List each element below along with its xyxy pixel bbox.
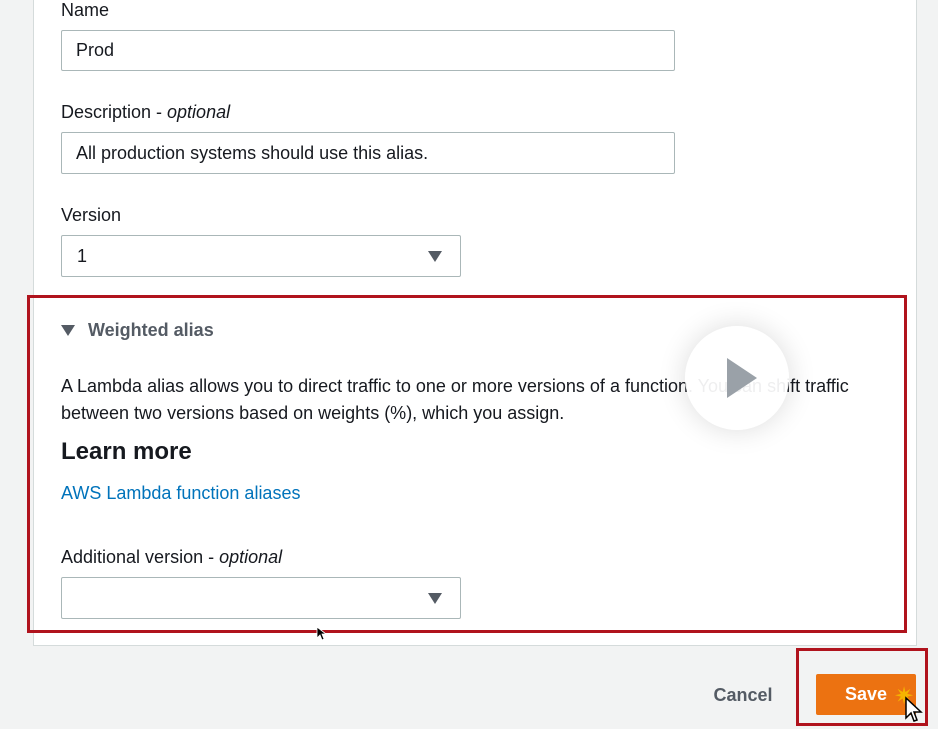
caret-down-icon (428, 251, 442, 262)
description-label-text: Description - (61, 102, 168, 122)
name-label: Name (61, 0, 110, 20)
name-input[interactable] (61, 30, 675, 71)
cancel-button[interactable]: Cancel (700, 675, 786, 715)
description-optional-text: optional (167, 102, 231, 122)
version-select[interactable]: 1 (61, 235, 461, 277)
description-label: Description - optional (61, 102, 230, 123)
weighted-alias-highlight (27, 295, 907, 633)
description-input[interactable] (61, 132, 675, 174)
cursor-icon (905, 696, 923, 722)
cursor-icon (316, 626, 328, 641)
version-select-value: 1 (77, 246, 88, 266)
version-label: Version (61, 205, 122, 225)
